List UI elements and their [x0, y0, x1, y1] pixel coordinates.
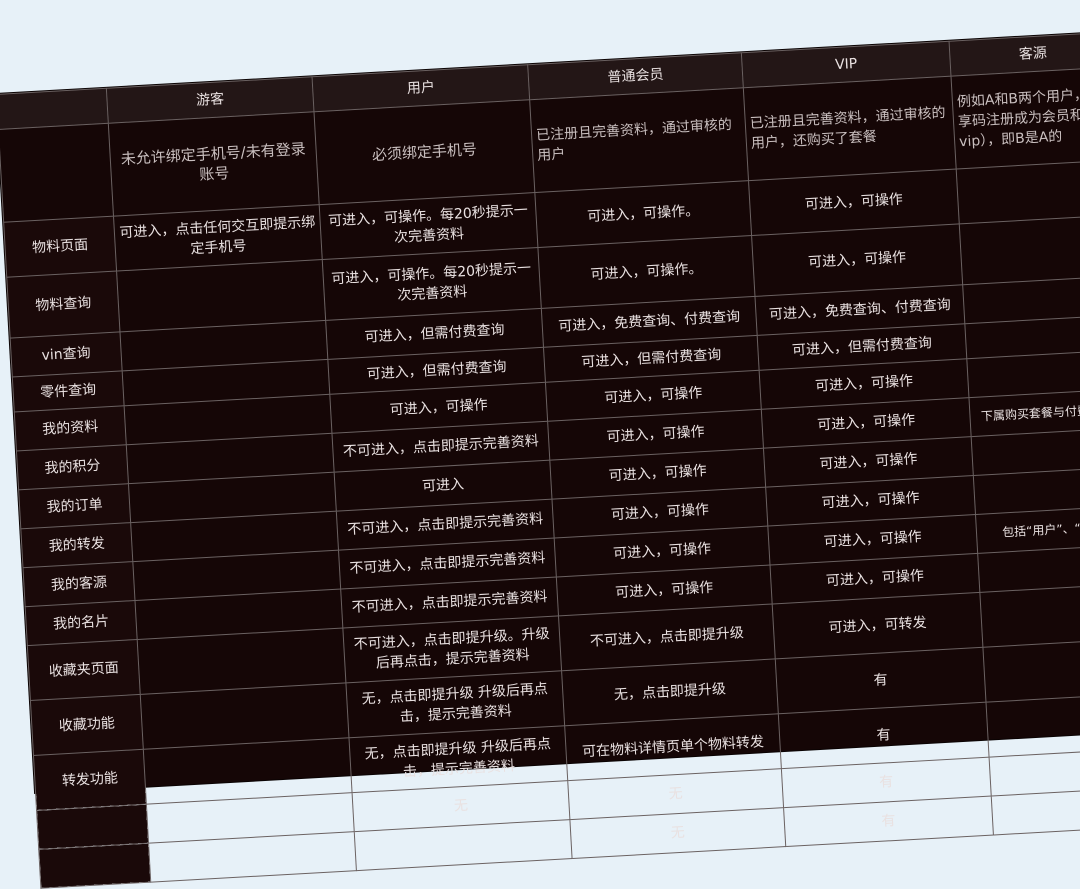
row-label[interactable]: 我的名片: [25, 600, 138, 646]
desc-vip[interactable]: 已注册且完善资料，通过审核的用户，还购买了套餐: [743, 76, 957, 181]
row-label[interactable]: 我的资料: [14, 405, 127, 451]
cell-source[interactable]: [982, 638, 1080, 703]
cell-source[interactable]: [979, 583, 1080, 648]
row-label[interactable]: 物料页面: [3, 216, 117, 278]
row-label[interactable]: vin查询: [10, 331, 123, 378]
desc-source[interactable]: 例如A和B两个用户，分享码注册成为会员和vip），即B是A的: [950, 66, 1080, 170]
row-label[interactable]: 转发功能: [33, 749, 147, 811]
row-label[interactable]: [38, 843, 151, 889]
row-label[interactable]: 我的订单: [18, 483, 131, 529]
row-label[interactable]: 收藏夹页面: [27, 639, 141, 701]
desc-member[interactable]: 已注册且完善资料，通过审核的用户: [529, 87, 749, 193]
cell-source[interactable]: [959, 214, 1080, 285]
desc-user[interactable]: 必须绑定手机号: [313, 99, 535, 205]
row-label[interactable]: 我的积分: [16, 444, 129, 490]
row-label[interactable]: 我的客源: [22, 561, 135, 607]
row-label[interactable]: [36, 804, 149, 850]
cell-source[interactable]: [956, 159, 1080, 224]
desc-guest[interactable]: 未允许绑定手机号/未有登录账号: [108, 111, 320, 217]
cell-source[interactable]: [985, 692, 1080, 758]
row-label[interactable]: 我的转发: [20, 522, 133, 568]
desc-corner[interactable]: [0, 123, 114, 223]
row-label[interactable]: 物料查询: [6, 271, 120, 339]
permissions-table: 游客 用户 普通会员 VIP 客源 未允许绑定手机号/未有登录账号 必须绑定手机…: [0, 31, 1080, 889]
cell-guest[interactable]: [116, 259, 326, 332]
row-label[interactable]: 收藏功能: [30, 694, 144, 756]
permissions-spreadsheet: 游客 用户 普通会员 VIP 客源 未允许绑定手机号/未有登录账号 必须绑定手机…: [0, 31, 1080, 889]
